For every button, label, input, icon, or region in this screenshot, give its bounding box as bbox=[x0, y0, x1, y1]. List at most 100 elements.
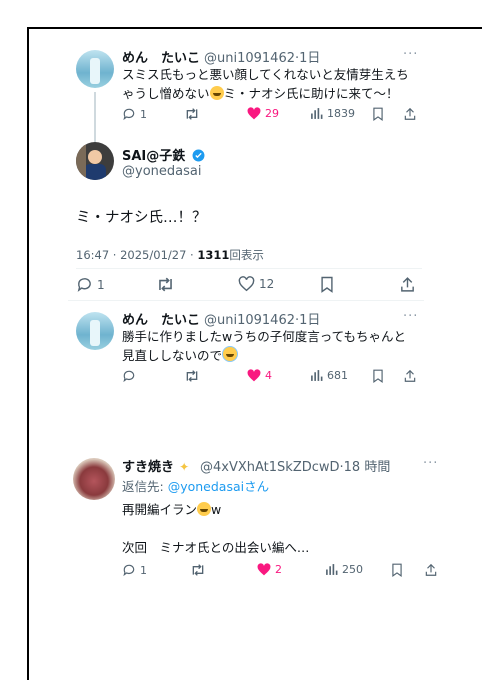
reply-to-handle-link[interactable]: @yonedasai bbox=[168, 479, 244, 494]
share-icon bbox=[404, 107, 416, 120]
verified-badge-icon bbox=[192, 149, 205, 162]
heart-filled-icon bbox=[247, 107, 261, 120]
text-segment: 見直ししないので bbox=[122, 348, 223, 363]
display-name[interactable]: めん たいこ bbox=[122, 47, 200, 66]
time[interactable]: ·18 時間 bbox=[340, 460, 391, 475]
text-line: 再開編イラン w bbox=[122, 500, 422, 519]
reply-count: 1 bbox=[97, 277, 105, 292]
views-icon bbox=[311, 370, 323, 381]
laughing-emoji-icon bbox=[197, 502, 212, 516]
tweet-meta: 16:47 · 2025/01/27 · 1311回表示 bbox=[76, 247, 264, 263]
reply-to-label: 返信先: bbox=[122, 479, 168, 494]
share-icon bbox=[404, 369, 416, 382]
display-name[interactable]: すき焼き bbox=[122, 460, 174, 475]
share-button[interactable] bbox=[403, 369, 417, 383]
share-icon bbox=[425, 563, 437, 576]
bookmark-icon bbox=[373, 369, 383, 383]
sparkle-emoji-icon: ✦ bbox=[179, 460, 190, 474]
text-segment: ゃうし憎めない bbox=[122, 86, 210, 101]
views-button[interactable]: 1839 bbox=[310, 107, 355, 120]
views-button[interactable]: 681 bbox=[310, 369, 348, 382]
like-button[interactable]: 4 bbox=[247, 369, 272, 382]
heart-filled-icon bbox=[257, 563, 271, 576]
reply-button[interactable]: 1 bbox=[76, 276, 105, 293]
reply-icon bbox=[123, 564, 135, 577]
text-segment: 再開編イラン bbox=[122, 502, 198, 517]
reply-to-suffix: さん bbox=[244, 479, 270, 494]
share-button[interactable] bbox=[424, 563, 438, 577]
retweet-icon bbox=[186, 370, 198, 382]
avatar[interactable] bbox=[73, 458, 115, 500]
handle-time: @uni1091462·1日 bbox=[204, 309, 320, 328]
retweet-button[interactable] bbox=[190, 563, 206, 577]
retweet-button[interactable] bbox=[156, 276, 175, 293]
share-button[interactable] bbox=[403, 107, 417, 121]
handle[interactable]: @yonedasai bbox=[122, 164, 201, 179]
like-count: 29 bbox=[265, 107, 279, 120]
like-button[interactable]: 12 bbox=[238, 276, 274, 292]
reply-button[interactable]: 1 bbox=[122, 563, 147, 577]
bookmark-button[interactable] bbox=[391, 563, 403, 577]
more-icon[interactable]: ··· bbox=[403, 309, 418, 324]
reply-count: 1 bbox=[140, 107, 147, 121]
divider bbox=[68, 300, 424, 301]
views-count: 1839 bbox=[327, 107, 355, 120]
laughing-emoji-icon bbox=[209, 86, 224, 100]
retweet-button[interactable] bbox=[184, 107, 200, 121]
tweet-text: 再開編イラン w 次回 ミナオ氏との出会い編へ… bbox=[122, 500, 422, 557]
views-count: 250 bbox=[342, 563, 363, 576]
bookmark-button[interactable] bbox=[372, 369, 384, 383]
avatar[interactable] bbox=[76, 312, 114, 350]
handle[interactable]: @uni1091462 bbox=[204, 51, 295, 66]
heart-icon bbox=[238, 276, 255, 292]
retweet-button[interactable] bbox=[184, 369, 200, 383]
timestamp[interactable]: 16:47 · 2025/01/27 · bbox=[76, 248, 197, 262]
handle-time: @uni1091462·1日 bbox=[204, 47, 320, 66]
reply-icon bbox=[123, 108, 135, 121]
like-count: 4 bbox=[265, 369, 272, 382]
views-label: 回表示 bbox=[229, 248, 264, 262]
retweet-icon bbox=[192, 564, 204, 576]
text-line: 勝手に作りましたwうちの子何度言ってもちゃんと bbox=[122, 329, 406, 344]
tweet-text: 勝手に作りましたwうちの子何度言ってもちゃんと 見直ししないので bbox=[122, 327, 422, 365]
text-line: スミス氏もっと悪い顔してくれないと友情芽生えち bbox=[122, 67, 409, 82]
handle[interactable]: @uni1091462 bbox=[204, 313, 295, 328]
like-count: 2 bbox=[275, 563, 282, 576]
reply-to: 返信先: @yonedasaiさん bbox=[122, 476, 269, 495]
views-button[interactable]: 250 bbox=[325, 563, 363, 576]
author-block: SAI@子鉄 bbox=[122, 145, 205, 164]
avatar[interactable] bbox=[76, 50, 114, 88]
handle[interactable]: @4xVXhAt1SkZDcwD bbox=[200, 460, 340, 475]
handle-time: @4xVXhAt1SkZDcwD·18 時間 bbox=[200, 456, 390, 475]
display-name[interactable]: めん たいこ bbox=[122, 309, 200, 328]
reply-count: 1 bbox=[140, 563, 147, 577]
bookmark-icon bbox=[321, 276, 333, 293]
main-tweet-text: ミ・ナオシ氏…！？ bbox=[76, 210, 207, 226]
bookmark-icon bbox=[392, 563, 402, 577]
share-icon bbox=[401, 277, 414, 292]
like-button[interactable]: 2 bbox=[257, 563, 282, 576]
reply-button[interactable]: 1 bbox=[122, 107, 147, 121]
bookmark-button[interactable] bbox=[372, 107, 384, 121]
retweet-icon bbox=[186, 108, 198, 120]
like-button[interactable]: 29 bbox=[247, 107, 279, 120]
reply-icon bbox=[123, 370, 135, 383]
bookmark-button[interactable] bbox=[320, 276, 334, 293]
reply-button[interactable] bbox=[122, 369, 136, 383]
display-name[interactable]: SAI@子鉄 bbox=[122, 149, 185, 164]
time[interactable]: ·1日 bbox=[295, 51, 320, 66]
text-line: 見直ししないので bbox=[122, 346, 422, 365]
views-count: 681 bbox=[327, 369, 348, 382]
more-icon[interactable]: ··· bbox=[423, 456, 438, 471]
author-block: すき焼き ✦ bbox=[122, 456, 189, 475]
more-icon[interactable]: ··· bbox=[403, 47, 418, 62]
bookmark-icon bbox=[373, 107, 383, 121]
text-segment: w bbox=[211, 502, 222, 517]
heart-filled-icon bbox=[247, 369, 261, 382]
avatar[interactable] bbox=[76, 142, 114, 180]
time[interactable]: ·1日 bbox=[295, 313, 320, 328]
like-count: 12 bbox=[259, 277, 275, 291]
share-button[interactable] bbox=[399, 276, 416, 293]
smiling-halo-emoji-icon bbox=[222, 346, 239, 362]
